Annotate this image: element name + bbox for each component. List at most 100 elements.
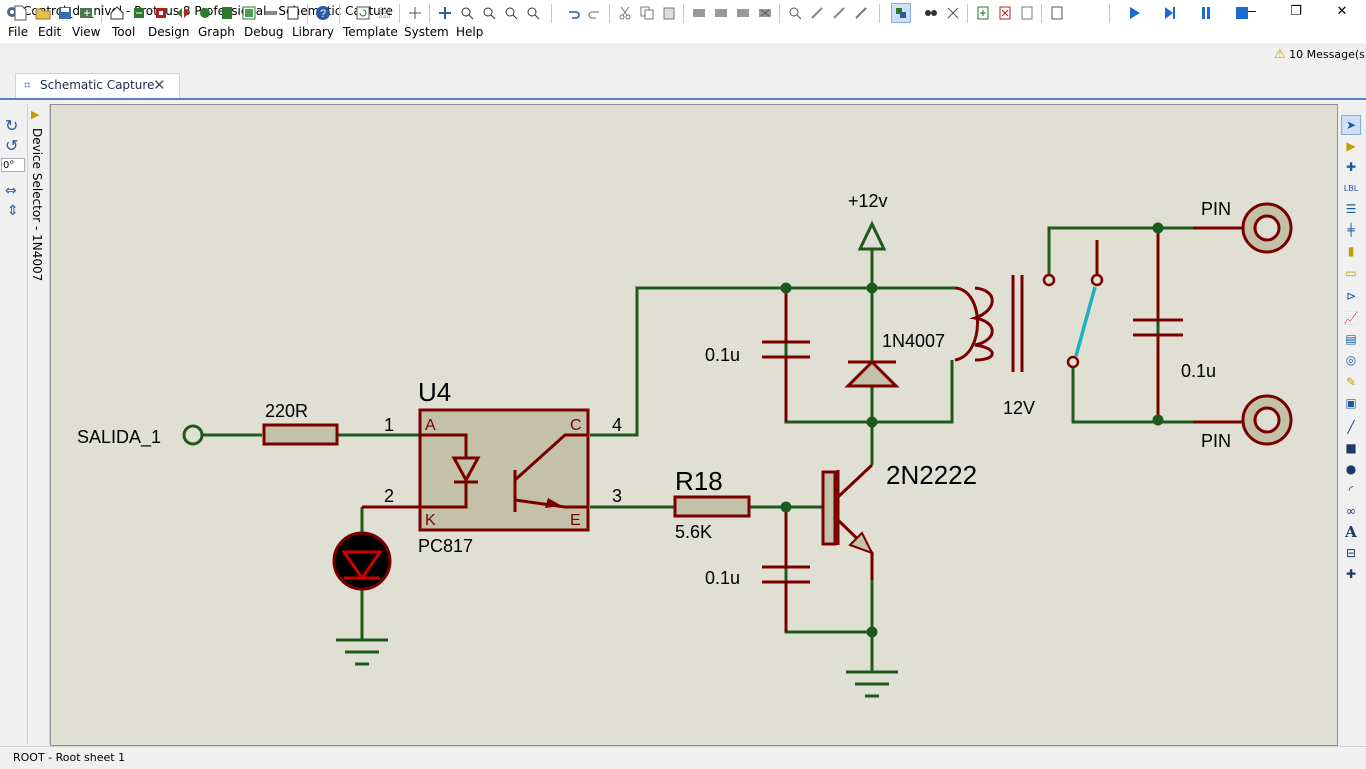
cut-icon[interactable] <box>615 3 635 23</box>
redo-icon[interactable] <box>585 3 605 23</box>
mirror-vertical-icon[interactable]: ⇕ <box>7 203 19 219</box>
2d-symbol-icon[interactable]: ⊟ <box>1341 543 1361 563</box>
new-file-icon[interactable] <box>10 3 30 23</box>
wire-label-mode-icon[interactable]: LBL <box>1341 178 1361 198</box>
help-icon[interactable]: ? <box>313 3 333 23</box>
pan-icon[interactable] <box>435 3 455 23</box>
2d-text-icon[interactable]: A <box>1341 522 1361 542</box>
toolbar-separator <box>101 4 102 23</box>
ground-left <box>336 638 388 666</box>
stop-simulation-icon[interactable] <box>1232 3 1252 23</box>
mirror-horizontal-icon[interactable]: ⇔ <box>5 183 17 199</box>
virtual-instruments-icon[interactable]: ▣ <box>1341 393 1361 413</box>
design-explorer-icon[interactable] <box>261 3 281 23</box>
subcircuit-mode-icon[interactable]: ▮ <box>1341 241 1361 261</box>
generator-mode-icon[interactable]: ◎ <box>1341 350 1361 370</box>
terminals-mode-icon[interactable]: ▭ <box>1341 263 1361 283</box>
2d-box-icon[interactable]: ■ <box>1341 438 1361 458</box>
buses-mode-icon[interactable]: ╪ <box>1341 220 1361 240</box>
menu-edit[interactable]: Edit <box>38 25 61 39</box>
block-copy-icon[interactable] <box>689 3 709 23</box>
import-icon[interactable] <box>77 3 97 23</box>
device-selector-pin-icon[interactable]: ▶ <box>31 108 39 121</box>
exit-to-parent-icon[interactable] <box>1017 3 1037 23</box>
rotate-clockwise-icon[interactable]: ↻ <box>5 116 18 135</box>
schematic-canvas[interactable]: SALIDA_1 220R 1 2 4 3 PC817 5.6K 0.1u 0.… <box>50 104 1338 746</box>
text-script-mode-icon[interactable]: ☰ <box>1341 199 1361 219</box>
zoom-in-icon[interactable] <box>457 3 477 23</box>
block-delete-icon[interactable] <box>755 3 775 23</box>
copy-icon[interactable] <box>637 3 657 23</box>
new-sheet-icon[interactable] <box>973 3 993 23</box>
pick-device-icon[interactable] <box>785 3 805 23</box>
close-button[interactable]: ✕ <box>1319 0 1365 23</box>
menu-system[interactable]: System <box>404 25 449 39</box>
menu-tool[interactable]: Tool <box>112 25 135 39</box>
menu-template[interactable]: Template <box>343 25 398 39</box>
run-simulation-icon[interactable] <box>1124 3 1144 23</box>
tape-recorder-mode-icon[interactable]: ▤ <box>1341 329 1361 349</box>
svg-text:?: ? <box>320 8 326 20</box>
toolbar-separator <box>551 4 552 23</box>
restore-button[interactable]: ❐ <box>1273 0 1319 23</box>
2d-line-icon[interactable]: ╱ <box>1341 417 1361 437</box>
grid-icon[interactable] <box>375 3 395 23</box>
zoom-all-icon[interactable] <box>501 3 521 23</box>
device-pins-mode-icon[interactable]: ⊳ <box>1341 286 1361 306</box>
bill-of-materials-icon[interactable] <box>1047 3 1067 23</box>
2d-markers-icon[interactable]: ✚ <box>1341 564 1361 584</box>
make-device-icon[interactable] <box>807 3 827 23</box>
menu-help[interactable]: Help <box>456 25 483 39</box>
graph-mode-icon[interactable]: 📈 <box>1341 308 1361 328</box>
zoom-area-icon[interactable] <box>523 3 543 23</box>
menu-library[interactable]: Library <box>292 25 334 39</box>
probe-mode-icon[interactable]: ✎ <box>1341 372 1361 392</box>
bom-icon[interactable] <box>217 3 237 23</box>
source-code-icon[interactable] <box>239 3 259 23</box>
ground-right <box>846 670 898 698</box>
undo-icon[interactable] <box>563 3 583 23</box>
block-rotate-icon[interactable] <box>733 3 753 23</box>
menu-view[interactable]: View <box>72 25 100 39</box>
wire-autorouter-icon[interactable] <box>891 3 911 23</box>
messages-label: 10 Message(s) <box>1289 48 1366 61</box>
home-icon[interactable] <box>107 3 127 23</box>
paste-icon[interactable] <box>659 3 679 23</box>
block-move-icon[interactable] <box>711 3 731 23</box>
search-tag-icon[interactable] <box>921 3 941 23</box>
origin-icon[interactable] <box>405 3 425 23</box>
rotation-angle-input[interactable]: 0° <box>1 158 25 172</box>
schematic-icon[interactable] <box>129 3 149 23</box>
rotate-anticlockwise-icon[interactable]: ↺ <box>5 136 18 155</box>
refresh-icon[interactable] <box>353 3 373 23</box>
2d-path-icon[interactable]: ∞ <box>1341 501 1361 521</box>
zoom-out-icon[interactable] <box>479 3 499 23</box>
pcb-layout-icon[interactable] <box>151 3 171 23</box>
decompose-icon[interactable] <box>851 3 871 23</box>
menu-file[interactable]: File <box>8 25 28 39</box>
transistor-label: 2N2222 <box>886 460 977 490</box>
open-folder-icon[interactable] <box>33 3 53 23</box>
property-assignment-icon[interactable] <box>943 3 963 23</box>
menu-graph[interactable]: Graph <box>198 25 235 39</box>
2d-arc-icon[interactable]: ◜ <box>1341 480 1361 500</box>
power-arrow <box>857 220 887 251</box>
step-simulation-icon[interactable] <box>1160 3 1180 23</box>
2d-circle-icon[interactable]: ● <box>1341 459 1361 479</box>
tab-label: Schematic Capture <box>40 78 155 92</box>
messages-indicator[interactable]: ⚠ 10 Message(s) <box>1274 47 1366 62</box>
tab-close-icon[interactable]: ✕ <box>153 76 166 94</box>
toolbar-separator <box>429 4 430 23</box>
3d-viewer-icon[interactable] <box>173 3 193 23</box>
selection-mode-icon[interactable]: ➤ <box>1341 115 1361 135</box>
component-mode-icon[interactable]: ▶ <box>1341 136 1361 156</box>
menu-debug[interactable]: Debug <box>244 25 283 39</box>
pause-simulation-icon[interactable] <box>1196 3 1216 23</box>
junction-mode-icon[interactable]: ✚ <box>1341 157 1361 177</box>
save-icon[interactable] <box>55 3 75 23</box>
notes-icon[interactable] <box>283 3 303 23</box>
packaging-tool-icon[interactable] <box>829 3 849 23</box>
menu-design[interactable]: Design <box>148 25 189 39</box>
gerber-icon[interactable] <box>195 3 215 23</box>
remove-sheet-icon[interactable] <box>995 3 1015 23</box>
